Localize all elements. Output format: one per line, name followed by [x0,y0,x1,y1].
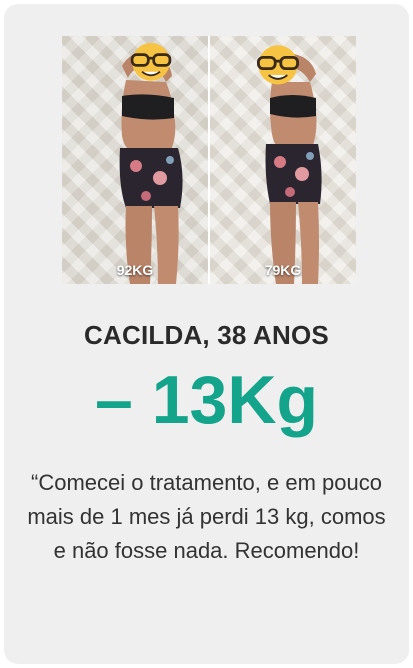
before-weight-label: 92KG [116,262,154,278]
before-photo: 92KG [62,36,208,284]
weight-loss-amount: – 13Kg [95,362,318,438]
after-photo: 79KG [210,36,356,284]
nerd-face-emoji-icon [130,42,172,81]
nerd-face-emoji-icon [257,45,299,85]
testimonial-name: CACILDA, 38 ANOS [84,320,329,350]
testimonial-card: 92KG 79KG CACILDA, 38 ANOS – 13Kg “Comec… [4,4,409,664]
testimonial-quote: “Comecei o tratamento, e em pouco mais d… [27,470,386,563]
after-weight-label: 79KG [264,262,302,278]
before-after-photos: 92KG 79KG [62,36,356,284]
